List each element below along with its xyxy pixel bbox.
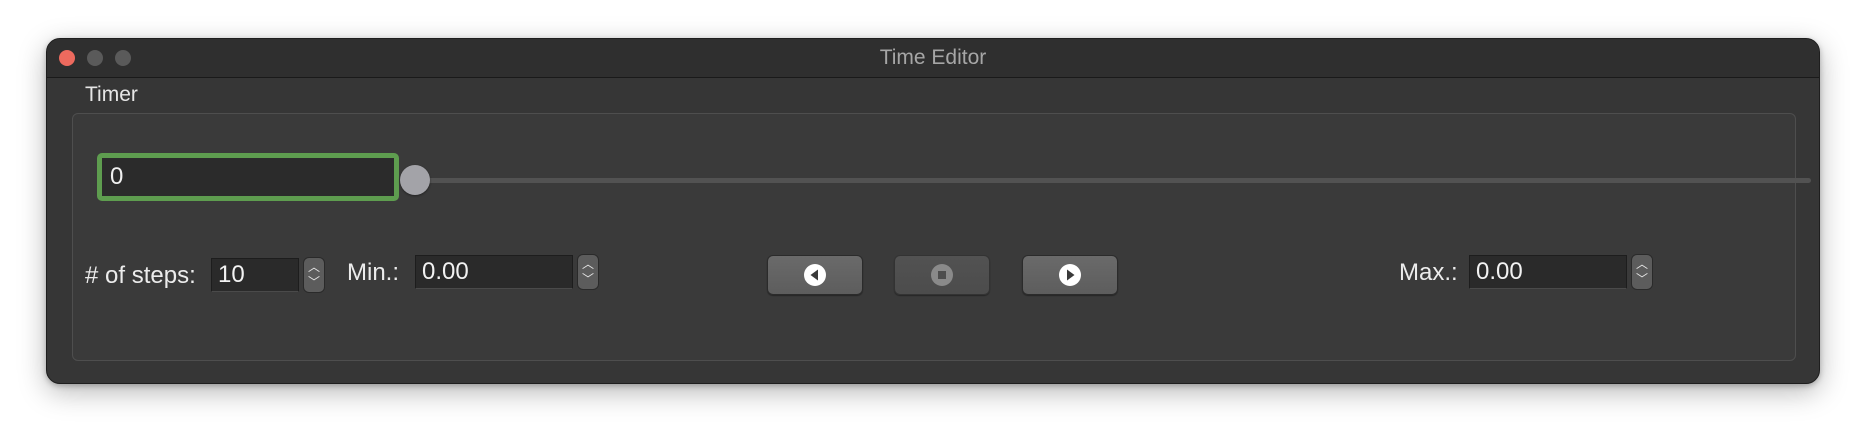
steps-decrement-icon[interactable]: ﹀ bbox=[304, 275, 324, 290]
play-backward-button[interactable] bbox=[767, 255, 863, 295]
steps-label: # of steps: bbox=[85, 262, 196, 289]
steps-stepper[interactable]: ︿ ﹀ bbox=[303, 257, 325, 293]
max-decrement-icon[interactable]: ﹀ bbox=[1632, 272, 1652, 287]
time-value-input[interactable] bbox=[97, 153, 399, 201]
steps-increment-icon[interactable]: ︿ bbox=[304, 260, 324, 275]
time-slider-handle[interactable] bbox=[400, 165, 430, 195]
play-backward-icon bbox=[804, 264, 826, 286]
stop-icon bbox=[931, 264, 953, 286]
max-stepper[interactable]: ︿ ﹀ bbox=[1631, 254, 1653, 290]
timer-group-box bbox=[72, 113, 1796, 361]
min-stepper[interactable]: ︿ ﹀ bbox=[577, 254, 599, 290]
stop-button[interactable] bbox=[894, 255, 990, 295]
min-label: Min.: bbox=[347, 259, 400, 286]
time-slider-track[interactable] bbox=[415, 178, 1811, 183]
max-input[interactable] bbox=[1469, 255, 1627, 289]
max-increment-icon[interactable]: ︿ bbox=[1632, 257, 1652, 272]
min-input[interactable] bbox=[415, 255, 573, 289]
timer-group-label: Timer bbox=[85, 83, 138, 106]
play-forward-button[interactable] bbox=[1022, 255, 1118, 295]
steps-input[interactable] bbox=[211, 258, 299, 292]
title-bar[interactable]: Time Editor bbox=[47, 39, 1819, 78]
play-forward-icon bbox=[1059, 264, 1081, 286]
window-title: Time Editor bbox=[879, 46, 987, 69]
max-label: Max.: bbox=[1399, 259, 1458, 286]
time-editor-window: Time Editor Timer # of steps: ︿ ﹀ Min.: … bbox=[46, 38, 1820, 384]
min-increment-icon[interactable]: ︿ bbox=[578, 257, 598, 272]
min-decrement-icon[interactable]: ﹀ bbox=[578, 272, 598, 287]
